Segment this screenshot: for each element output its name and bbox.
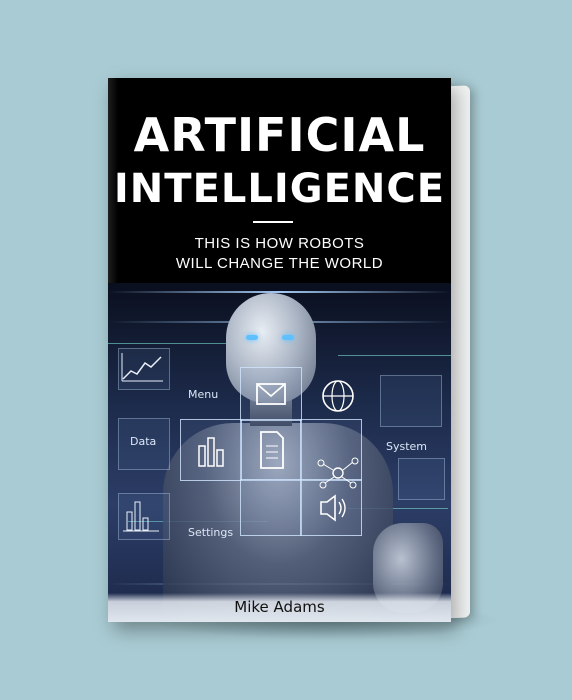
- hud-line: [108, 343, 228, 344]
- book-cover: ARTIFICIAL INTELLIGENCE THIS IS HOW ROBO…: [108, 78, 451, 622]
- hud-grid-cell: [240, 479, 302, 536]
- network-icon: [317, 457, 359, 489]
- robot-eye: [282, 335, 294, 340]
- hud-panel: [118, 348, 170, 390]
- book-subtitle-line-2: WILL CHANGE THE WORLD: [175, 255, 384, 272]
- ui-label-menu: Menu: [188, 388, 219, 401]
- ui-label-system: System: [386, 440, 428, 453]
- hud-line: [338, 355, 451, 356]
- bar-chart-icon: [123, 501, 159, 532]
- robot-eye: [246, 335, 258, 340]
- bar-chart-icon: [198, 437, 224, 467]
- line-chart-icon: [121, 353, 163, 382]
- book-subtitle-line-1: THIS IS HOW ROBOTS: [194, 235, 365, 252]
- document-icon: [260, 431, 284, 469]
- ui-label-settings: Settings: [188, 526, 234, 539]
- cover-artwork: Menu Data Settings System: [108, 283, 451, 622]
- hud-grid-cell: [240, 419, 302, 481]
- hud-grid-cell: [240, 367, 302, 421]
- book-author: Mike Adams: [234, 598, 325, 616]
- book-mockup-scene: ARTIFICIAL INTELLIGENCE THIS IS HOW ROBO…: [0, 0, 572, 700]
- book-title-line-2: INTELLIGENCE: [113, 166, 446, 212]
- ui-label-data: Data: [130, 435, 157, 448]
- hud-panel: [398, 458, 445, 500]
- hud-panel: [118, 493, 170, 540]
- light-streak: [108, 291, 451, 293]
- globe-icon: [322, 380, 354, 412]
- book-title-line-1: ARTIFICIAL: [133, 108, 426, 162]
- title-divider: [253, 221, 293, 223]
- mail-icon: [256, 383, 286, 405]
- hud-grid-cell: [180, 419, 242, 481]
- hud-panel: [380, 375, 442, 427]
